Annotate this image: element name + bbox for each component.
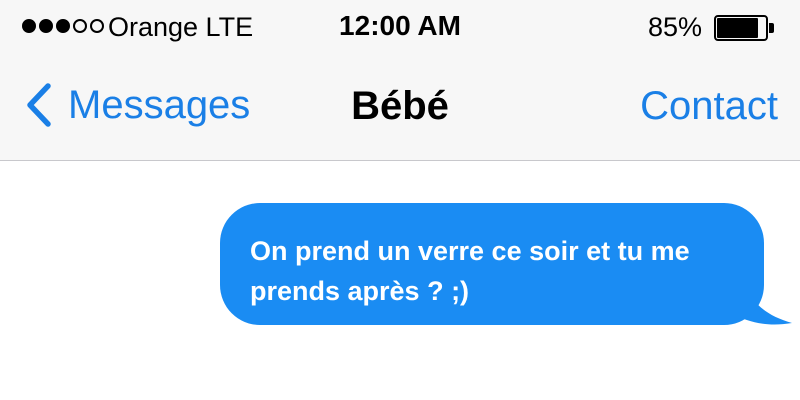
top-chrome: Orange LTE 12:00 AM 85% Messages Bébé Co…: [0, 0, 800, 161]
back-to-messages-button[interactable]: Messages: [18, 80, 250, 130]
messages-screen: Orange LTE 12:00 AM 85% Messages Bébé Co…: [0, 0, 800, 400]
status-bar: Orange LTE 12:00 AM 85%: [0, 0, 800, 52]
back-button-label: Messages: [68, 82, 251, 127]
battery-percentage: 85%: [647, 12, 702, 42]
contact-button[interactable]: Contact: [640, 84, 778, 129]
battery-cap: [769, 23, 774, 33]
message-bubble: On prend un verre ce soir et tu me prend…: [220, 203, 764, 325]
conversation-area[interactable]: On prend un verre ce soir et tu me prend…: [0, 161, 800, 400]
conversation-title[interactable]: Bébé: [351, 84, 449, 128]
battery-icon: [714, 15, 774, 41]
chevron-left-icon: [27, 83, 51, 127]
outgoing-message[interactable]: On prend un verre ce soir et tu me prend…: [220, 203, 796, 327]
navigation-bar: Messages Bébé Contact: [0, 60, 800, 150]
battery-fill: [717, 18, 758, 38]
